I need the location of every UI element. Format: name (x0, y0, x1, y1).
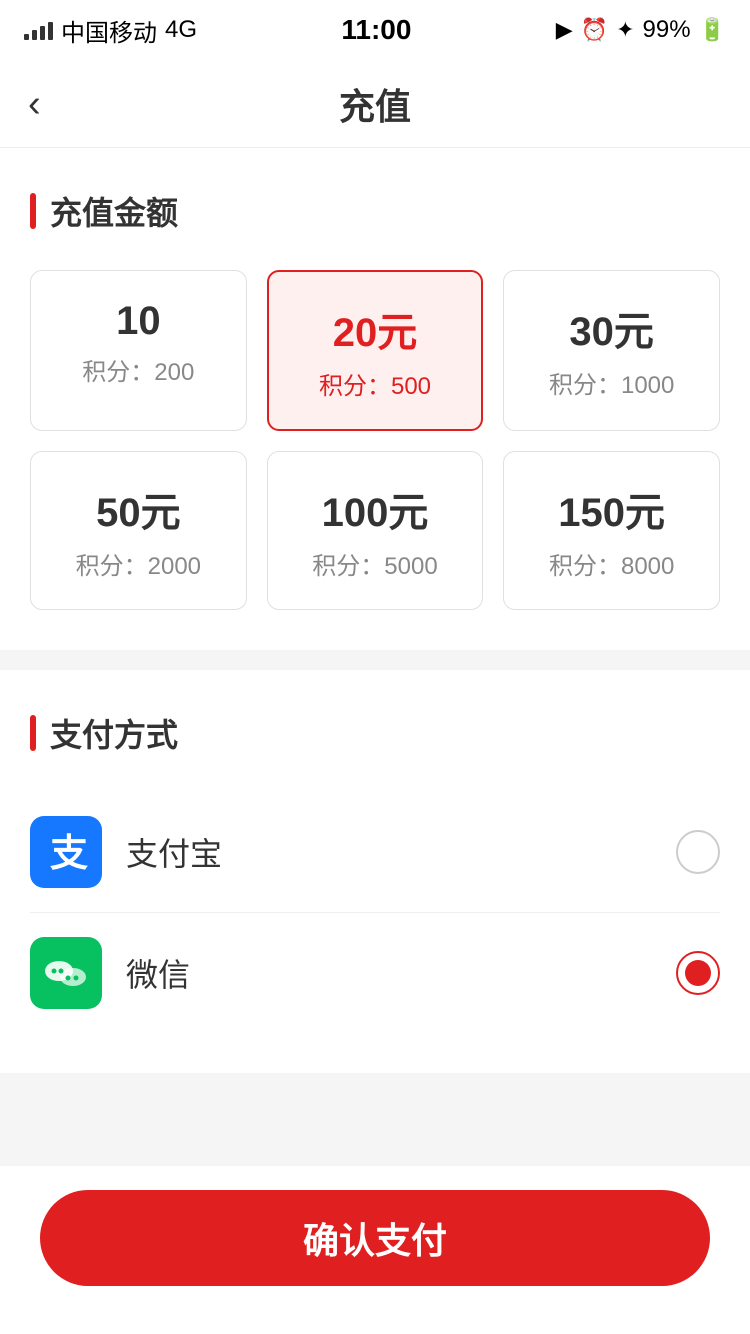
amount-value-3: 30元 (520, 299, 703, 357)
payment-section: 支付方式 支 支付宝 (0, 670, 750, 1073)
battery-label: 99% (643, 16, 691, 44)
signal-icon (24, 20, 53, 40)
wechat-label: 微信 (126, 950, 676, 996)
amount-points-5: 积分：5000 (284, 546, 467, 581)
payment-item-wechat[interactable]: 微信 (30, 913, 720, 1033)
wechat-icon (30, 937, 102, 1009)
amount-points-1: 积分：200 (47, 352, 230, 387)
payment-item-alipay[interactable]: 支 支付宝 (30, 792, 720, 913)
carrier-label: 中国移动 (61, 13, 157, 48)
amount-card-1[interactable]: 10 积分：200 (30, 270, 247, 431)
amount-value-2: 20元 (285, 300, 466, 358)
wechat-radio-inner (685, 960, 711, 986)
payment-section-title: 支付方式 (50, 710, 178, 756)
amount-value-6: 150元 (520, 480, 703, 538)
amount-grid: 10 积分：200 20元 积分：500 30元 积分：1000 50元 积分：… (30, 270, 720, 610)
time-label: 11:00 (341, 14, 411, 46)
nav-bar: ‹ 充值 (0, 60, 750, 148)
bluetooth-icon: ✦ (616, 17, 634, 43)
amount-points-4: 积分：2000 (47, 546, 230, 581)
amount-value-5: 100元 (284, 480, 467, 538)
alipay-label: 支付宝 (126, 829, 676, 875)
amount-points-3: 积分：1000 (520, 365, 703, 400)
amount-section: 充值金额 10 积分：200 20元 积分：500 30元 积分：1000 50… (0, 148, 750, 650)
status-right: ▶ ⏰ ✦ 99% 🔋 (556, 16, 726, 44)
bottom-area: 确认支付 (0, 1166, 750, 1334)
amount-card-6[interactable]: 150元 积分：8000 (503, 451, 720, 610)
amount-section-header: 充值金额 (30, 188, 720, 234)
amount-points-2: 积分：500 (285, 366, 466, 401)
amount-section-title: 充值金额 (50, 188, 178, 234)
status-bar: 中国移动 4G 11:00 ▶ ⏰ ✦ 99% 🔋 (0, 0, 750, 60)
payment-title-bar (30, 715, 36, 751)
battery-icon: 🔋 (699, 17, 726, 43)
alarm-icon: ⏰ (581, 17, 608, 43)
amount-card-4[interactable]: 50元 积分：2000 (30, 451, 247, 610)
page-title: 充值 (339, 78, 411, 130)
amount-value-4: 50元 (47, 480, 230, 538)
amount-card-5[interactable]: 100元 积分：5000 (267, 451, 484, 610)
amount-card-3[interactable]: 30元 积分：1000 (503, 270, 720, 431)
alipay-icon: 支 (30, 816, 102, 888)
amount-points-6: 积分：8000 (520, 546, 703, 581)
wechat-radio[interactable] (676, 951, 720, 995)
svg-text:支: 支 (50, 833, 88, 874)
location-icon: ▶ (556, 17, 573, 43)
confirm-button[interactable]: 确认支付 (40, 1190, 710, 1286)
amount-value-1: 10 (47, 299, 230, 344)
section-title-bar (30, 193, 36, 229)
payment-section-header: 支付方式 (30, 710, 720, 756)
network-label: 4G (165, 16, 197, 44)
back-button[interactable]: ‹ (28, 85, 41, 123)
status-left: 中国移动 4G (24, 13, 197, 48)
amount-card-2[interactable]: 20元 积分：500 (267, 270, 484, 431)
alipay-radio[interactable] (676, 830, 720, 874)
